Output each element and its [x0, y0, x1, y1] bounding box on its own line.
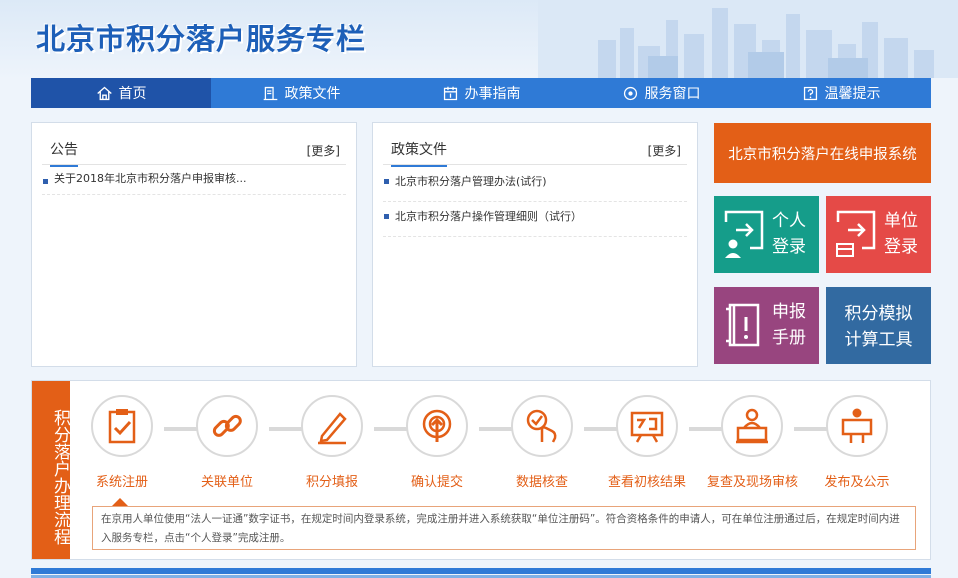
- score-calculator-button[interactable]: 积分模拟 计算工具: [826, 287, 931, 364]
- personal-login-button[interactable]: 个人 登录: [714, 196, 819, 273]
- step-circle: [301, 395, 363, 457]
- step-label: 查看初核结果: [607, 475, 686, 490]
- policy-list: 北京市积分落户管理办法(试行) 北京市积分落户操作管理细则（试行）: [383, 167, 687, 237]
- step-data-check[interactable]: 数据核查: [497, 395, 587, 490]
- link-icon: [212, 414, 242, 437]
- nav-item-policy[interactable]: 政策文件: [211, 78, 391, 108]
- tile-label-line: 手册: [772, 328, 806, 348]
- step-circle: [406, 395, 468, 457]
- step-circle: [511, 395, 573, 457]
- step-label: 复查及现场审核: [707, 475, 799, 490]
- nav-label: 办事指南: [464, 86, 521, 102]
- result-icon: [630, 411, 664, 443]
- step-publish[interactable]: 发布及公示: [812, 395, 902, 490]
- nav-label: 服务窗口: [644, 86, 701, 102]
- step-circle: [616, 395, 678, 457]
- step-label: 积分填报: [305, 475, 358, 490]
- panel-title: 政策文件: [391, 139, 447, 167]
- step-confirm-submit[interactable]: 确认提交: [392, 395, 482, 490]
- main-nav: 首页 政策文件 办事指南 服务窗口 温馨提示: [31, 78, 931, 108]
- notice-list: 关于2018年北京市积分落户申报审核...: [42, 167, 346, 195]
- manual-button[interactable]: 申报 手册: [714, 287, 819, 364]
- nav-label: 首页: [118, 86, 147, 102]
- tile-label: 积分模拟 计算工具: [826, 301, 931, 353]
- panel-title: 公告: [50, 139, 78, 167]
- notice-panel: 公告 [更多] 关于2018年北京市积分落户申报审核...: [31, 122, 357, 367]
- tile-label-line: 积分模拟: [844, 304, 913, 324]
- panel-header: 政策文件 [更多]: [383, 123, 687, 167]
- tile-label-line: 申报: [772, 302, 806, 322]
- list-item[interactable]: 北京市积分落户管理办法(试行): [383, 167, 687, 202]
- calendar-icon: [443, 86, 457, 100]
- more-link[interactable]: [更多]: [648, 142, 681, 159]
- location-icon: [623, 86, 637, 100]
- panel-header: 公告 [更多]: [42, 123, 346, 167]
- home-icon: [96, 86, 112, 100]
- tile-label: 单位 登录: [881, 208, 921, 260]
- nav-item-home[interactable]: 首页: [31, 78, 211, 108]
- tile-label: 申报 手册: [769, 299, 809, 351]
- pen-icon: [318, 412, 347, 445]
- step-circle: [196, 395, 258, 457]
- footer-bar: [31, 568, 931, 574]
- pointer-arrow: [112, 498, 128, 506]
- list-item[interactable]: 北京市积分落户操作管理细则（试行）: [383, 202, 687, 237]
- online-system-button[interactable]: 北京市积分落户在线申报系统: [714, 123, 931, 183]
- policy-panel: 政策文件 [更多] 北京市积分落户管理办法(试行) 北京市积分落户操作管理细则（…: [372, 122, 698, 367]
- tile-label-line: 计算工具: [844, 330, 913, 350]
- nav-label: 温馨提示: [824, 86, 881, 102]
- process-section: 积分落户办理流程 系统注册 关联单位 积分填报 确认提交 数据核查 查看初核结果…: [31, 380, 931, 560]
- submit-icon: [422, 409, 452, 442]
- personal-login-icon: [724, 210, 764, 258]
- step-label: 系统注册: [95, 475, 148, 490]
- nav-label: 政策文件: [284, 86, 341, 102]
- check-icon: [526, 409, 557, 443]
- policy-icon: [263, 86, 277, 100]
- nav-item-service-window[interactable]: 服务窗口: [571, 78, 751, 108]
- step-label: 发布及公示: [824, 475, 890, 490]
- tile-label-line: 个人: [772, 211, 806, 231]
- step-view-result[interactable]: 查看初核结果: [602, 395, 692, 490]
- tile-label: 北京市积分落户在线申报系统: [728, 146, 917, 163]
- step-circle: [826, 395, 888, 457]
- tile-label-line: 登录: [772, 237, 806, 257]
- step-label: 关联单位: [200, 475, 253, 490]
- step-circle: [91, 395, 153, 457]
- book-icon: [726, 303, 760, 347]
- step-description: 在京用人单位使用“法人一证通”数字证书，在规定时间内登录系统，完成注册并进入系统…: [92, 506, 916, 550]
- tile-label-line: 登录: [884, 237, 918, 257]
- question-icon: [803, 86, 817, 100]
- city-skyline-image: [538, 0, 958, 78]
- list-item[interactable]: 关于2018年北京市积分落户申报审核...: [42, 167, 346, 195]
- process-label: 积分落户办理流程: [32, 381, 70, 559]
- step-label: 确认提交: [410, 475, 463, 490]
- tile-label-line: 单位: [884, 211, 918, 231]
- tile-label: 个人 登录: [769, 208, 809, 260]
- step-label: 数据核查: [515, 475, 568, 490]
- unit-login-icon: [836, 210, 876, 257]
- step-onsite-review[interactable]: 复查及现场审核: [707, 395, 799, 490]
- onsite-icon: [736, 408, 768, 444]
- step-circle: [721, 395, 783, 457]
- site-title: 北京市积分落户服务专栏: [36, 22, 367, 56]
- step-register[interactable]: 系统注册: [77, 395, 167, 490]
- step-fill-score[interactable]: 积分填报: [287, 395, 377, 490]
- more-link[interactable]: [更多]: [307, 142, 340, 159]
- register-icon: [108, 409, 136, 444]
- nav-item-guide[interactable]: 办事指南: [391, 78, 571, 108]
- nav-item-tips[interactable]: 温馨提示: [751, 78, 931, 108]
- unit-login-button[interactable]: 单位 登录: [826, 196, 931, 273]
- publish-icon: [841, 408, 873, 443]
- step-link-unit[interactable]: 关联单位: [182, 395, 272, 490]
- site-header: 北京市积分落户服务专栏: [0, 0, 958, 78]
